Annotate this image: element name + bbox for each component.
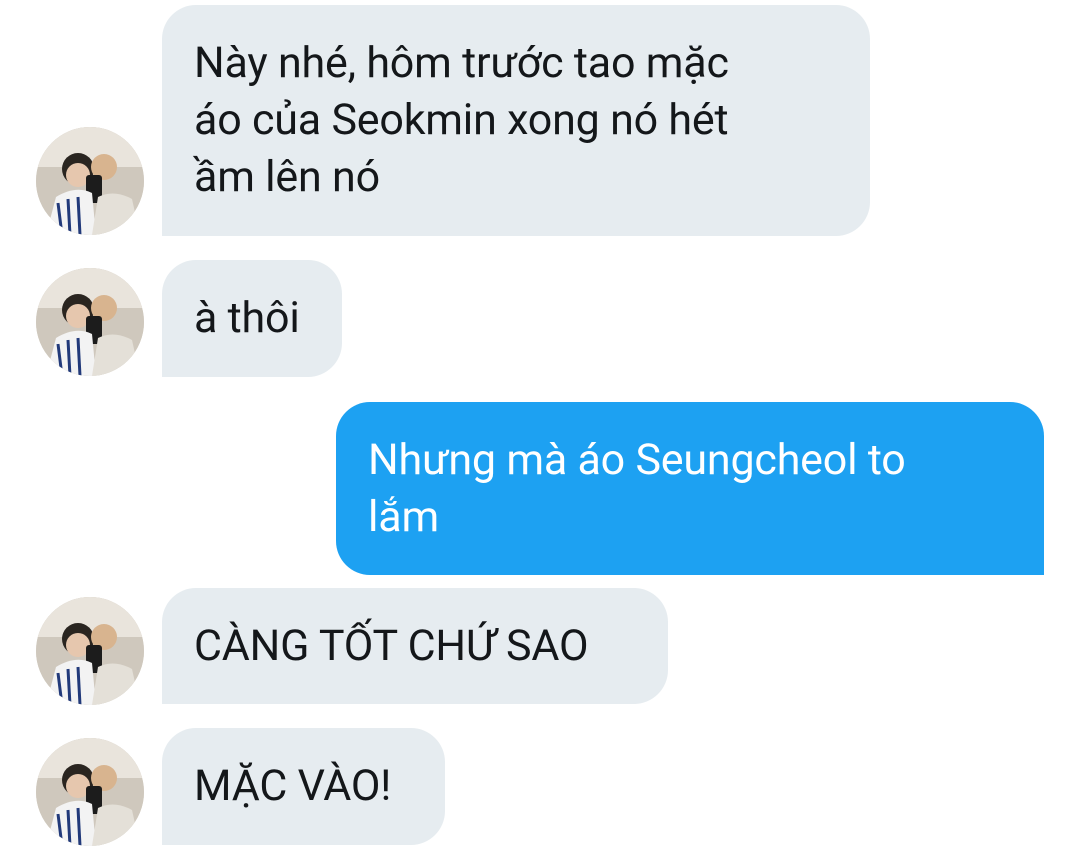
avatar-image [36, 597, 144, 705]
avatar-image [36, 738, 144, 846]
sender-avatar[interactable] [36, 597, 144, 705]
incoming-message-bubble[interactable]: CÀNG TỐT CHỨ SAO [162, 588, 668, 704]
avatar-image [36, 268, 144, 376]
sender-avatar[interactable] [36, 738, 144, 846]
incoming-message-bubble[interactable]: Này nhé, hôm trước tao mặc áo của Seokmi… [162, 5, 870, 236]
incoming-message-bubble[interactable]: à thôi [162, 260, 342, 377]
avatar-image [36, 127, 144, 235]
sender-avatar[interactable] [36, 127, 144, 235]
sender-avatar[interactable] [36, 268, 144, 376]
outgoing-message-bubble[interactable]: Nhưng mà áo Seungcheol to lắm [336, 402, 1044, 575]
incoming-message-bubble[interactable]: MẶC VÀO! [162, 728, 445, 845]
